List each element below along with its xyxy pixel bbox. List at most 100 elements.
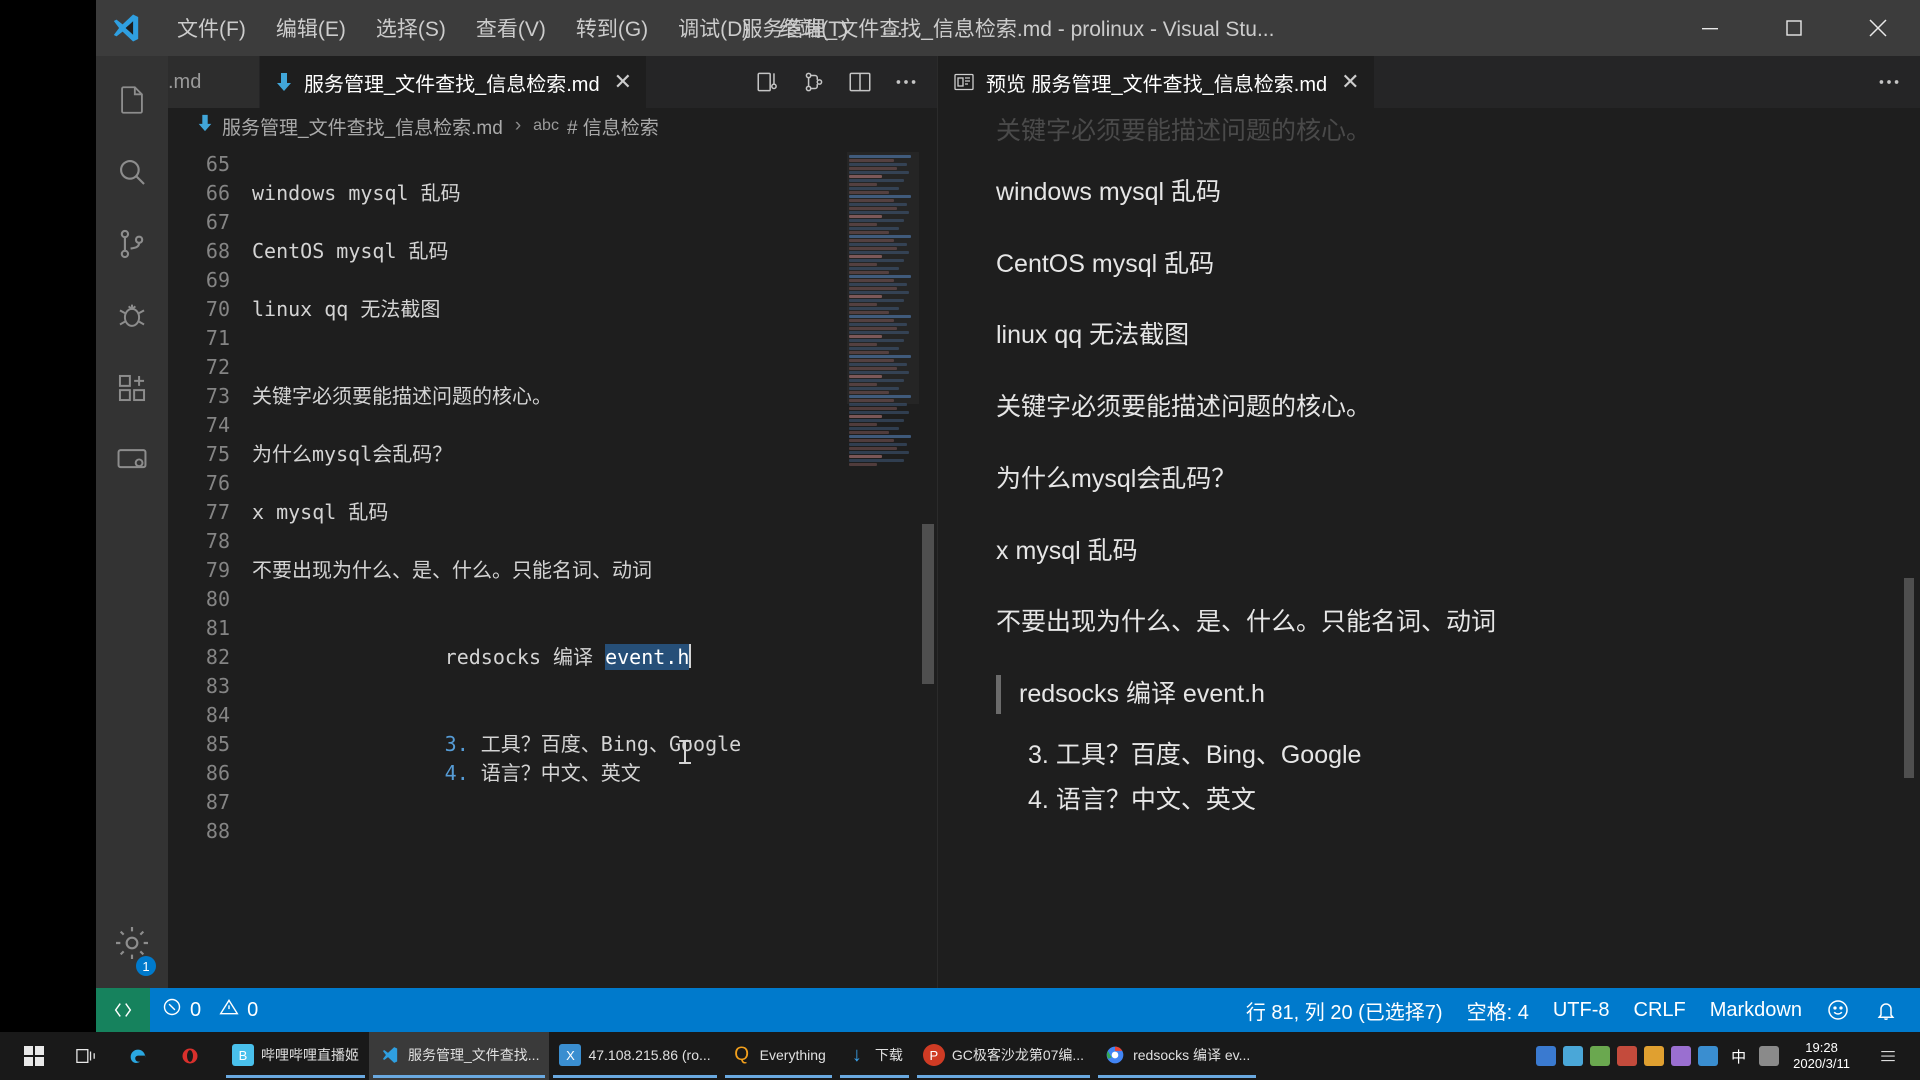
ime-indicator[interactable]: 中 [1725, 1046, 1752, 1067]
menu-bar[interactable]: 文件(F) 编辑(E) 选择(S) 查看(V) 转到(G) 调试(D) 终端(T… [162, 0, 922, 56]
taskbar-app-label: redsocks 编译 ev... [1133, 1047, 1251, 1063]
status-indentation[interactable]: 空格: 4 [1455, 988, 1541, 1032]
sidebar-item-remote[interactable] [96, 426, 168, 498]
editor-more-actions-icon[interactable] [883, 56, 929, 108]
sidebar-item-settings[interactable]: 1 [96, 916, 168, 988]
app-icon: X [559, 1044, 582, 1066]
preview-more-actions-icon[interactable] [1866, 56, 1912, 108]
menu-debug[interactable]: 调试(D) [663, 0, 764, 56]
open-preview-side-icon[interactable] [745, 56, 791, 108]
minimap-line [849, 427, 899, 430]
breadcrumb-file[interactable]: 服务管理_文件查找_信息检索.md [222, 113, 503, 140]
breadcrumb-separator-icon: › [514, 115, 522, 136]
sidebar-item-source-control[interactable] [96, 210, 168, 282]
status-problems[interactable]: 0 0 [150, 988, 270, 1032]
sidebar-item-explorer[interactable] [96, 66, 168, 138]
windows-taskbar: B 哔哩哔哩直播姬 服务管理_文件查找... X 47.108.215.86 (… [0, 1032, 1920, 1080]
task-view-icon[interactable] [62, 1032, 110, 1080]
minimap-line [849, 307, 899, 310]
menu-edit[interactable]: 编辑(E) [261, 0, 361, 56]
minimap-line [849, 351, 889, 354]
breadcrumb-symbol[interactable]: # 信息检索 [567, 113, 659, 140]
menu-goto[interactable]: 转到(G) [561, 0, 663, 56]
code-line-selected[interactable]: redsocks 编译 event.h [246, 614, 937, 670]
close-button[interactable] [1836, 0, 1920, 56]
opera-browser-icon[interactable] [166, 1032, 214, 1080]
tray-icon-4[interactable] [1617, 1046, 1638, 1066]
taskbar-app[interactable]: P GC极客沙龙第07编... [913, 1032, 1094, 1080]
tray-icon-7[interactable] [1698, 1046, 1719, 1066]
menu-more[interactable]: … [863, 0, 922, 56]
menu-file[interactable]: 文件(F) [162, 0, 261, 56]
tab-markdown-preview[interactable]: 预览 服务管理_文件查找_信息检索.md ✕ [938, 56, 1375, 108]
tab-close-icon[interactable]: ✕ [614, 69, 632, 95]
line-number: 78 [205, 529, 230, 553]
taskbar-app-active[interactable]: 服务管理_文件查找... [369, 1032, 550, 1080]
markdown-preview[interactable]: 关键字必须要能描述问题的核心。 windows mysql 乱码 CentOS … [938, 108, 1920, 988]
editor-vertical-scrollbar[interactable] [919, 144, 937, 988]
tab-md-partial[interactable]: .md [168, 56, 260, 108]
minimap-line [849, 159, 894, 162]
keyboard-icon[interactable] [1759, 1046, 1780, 1066]
taskbar-app[interactable]: redsocks 编译 ev... [1094, 1032, 1260, 1080]
preview-tab-label: 预览 服务管理_文件查找_信息检索.md [986, 73, 1328, 96]
status-language-mode[interactable]: Markdown [1698, 988, 1814, 1032]
minimap-line [849, 195, 911, 198]
minimap-line [849, 447, 897, 450]
editor-tab-bar: .md 服务管理_文件查找_信息检索.md ✕ [168, 56, 937, 108]
editor-scrollbar-thumb[interactable] [922, 524, 934, 684]
preview-vertical-scrollbar[interactable] [1902, 108, 1916, 988]
menu-terminal[interactable]: 终端(T) [764, 0, 863, 56]
tray-icon-1[interactable] [1536, 1046, 1557, 1066]
code-lines[interactable]: windows mysql 乱码 CentOS mysql 乱码 linux q… [246, 144, 937, 988]
minimap-line [849, 411, 909, 414]
edge-browser-icon[interactable] [114, 1032, 162, 1080]
minimize-button[interactable] [1668, 0, 1752, 56]
taskbar-app[interactable]: Q Everything [721, 1032, 836, 1080]
breadcrumb[interactable]: 服务管理_文件查找_信息检索.md › abc # 信息检索 [168, 108, 937, 144]
code-editor[interactable]: 65 66 67 68 69 70 71 72 73 74 75 76 77 7… [168, 144, 937, 988]
sidebar-item-extensions[interactable] [96, 354, 168, 426]
minimap-line [849, 359, 894, 362]
run-markdown-icon[interactable] [791, 56, 837, 108]
status-feedback-smiley-icon[interactable] [1814, 988, 1862, 1032]
status-notifications-bell-icon[interactable] [1862, 988, 1910, 1032]
status-cursor-position[interactable]: 行 81, 列 20 (已选择7) [1234, 988, 1455, 1032]
tray-icon-5[interactable] [1644, 1046, 1665, 1066]
menu-selection[interactable]: 选择(S) [361, 0, 461, 56]
preview-paragraph: linux qq 无法截图 [996, 321, 1190, 350]
sidebar-item-search[interactable] [96, 138, 168, 210]
taskbar-clock[interactable]: 19:28 2020/3/11 [1785, 1040, 1858, 1073]
extensions-icon [115, 371, 149, 410]
maximize-button[interactable] [1752, 0, 1836, 56]
minimap-line [849, 367, 897, 370]
taskbar-system-buttons [0, 1032, 214, 1080]
remote-indicator-button[interactable] [96, 988, 150, 1032]
minimap-line [849, 451, 909, 454]
action-center-icon[interactable] [1864, 1032, 1912, 1080]
minimap[interactable] [847, 144, 919, 988]
menu-view[interactable]: 查看(V) [461, 0, 561, 56]
line-number: 80 [205, 587, 230, 611]
tray-icon-2[interactable] [1563, 1046, 1584, 1066]
status-eol[interactable]: CRLF [1622, 988, 1698, 1032]
tab-active-markdown[interactable]: 服务管理_文件查找_信息检索.md ✕ [260, 56, 648, 108]
tray-icon-6[interactable] [1671, 1046, 1692, 1066]
tray-icon-3[interactable] [1590, 1046, 1611, 1066]
line-number: 86 [205, 761, 230, 785]
minimap-line [849, 199, 894, 202]
taskbar-app[interactable]: ↓ 下载 [836, 1032, 913, 1080]
preview-content: 关键字必须要能描述问题的核心。 windows mysql 乱码 CentOS … [996, 108, 1920, 819]
taskbar-app[interactable]: B 哔哩哔哩直播姬 [222, 1032, 369, 1080]
preview-scrollbar-thumb[interactable] [1904, 578, 1914, 778]
sidebar-item-debug[interactable] [96, 282, 168, 354]
start-button-icon[interactable] [10, 1032, 58, 1080]
taskbar-app-buttons: B 哔哩哔哩直播姬 服务管理_文件查找... X 47.108.215.86 (… [222, 1032, 1260, 1080]
preview-tab-close-icon[interactable]: ✕ [1341, 69, 1359, 95]
split-editor-icon[interactable] [837, 56, 883, 108]
taskbar-app[interactable]: X 47.108.215.86 (ro... [549, 1032, 720, 1080]
status-encoding[interactable]: UTF-8 [1541, 988, 1622, 1032]
